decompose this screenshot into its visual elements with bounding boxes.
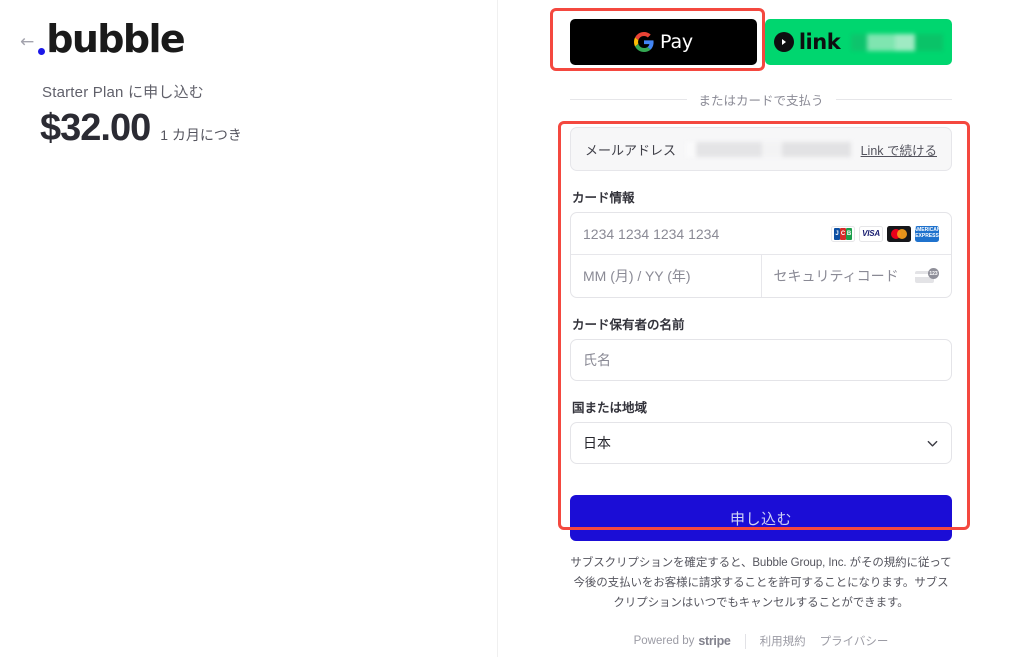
google-pay-label: Pay [660, 31, 693, 53]
divider-line-left [570, 99, 687, 100]
link-arrow-icon [773, 32, 794, 52]
link-label: link [798, 30, 841, 54]
divider-text: またはカードで支払う [698, 94, 824, 108]
chevron-down-icon [927, 440, 938, 447]
link-continue-button[interactable]: Link で続ける [861, 140, 937, 159]
divider-line-right [835, 99, 953, 100]
card-input-group: 1234 1234 1234 1234 JCB VISA AMERICANEXP… [570, 212, 952, 298]
card-payment-form: メールアドレス Link で続ける カード情報 1234 1234 1234 1… [570, 127, 952, 541]
checkout-page: ← bubble Starter Plan に申し込む $32.00 1 カ月に… [0, 0, 1024, 657]
payment-panel: Pay link またはカードで支払う メールアドレス Link で続ける カー… [498, 0, 1024, 657]
subscribe-submit-label: 申し込む [729, 510, 792, 528]
card-expiry-cvc-row: MM (月) / YY (年) セキュリティコード 123 [571, 255, 951, 297]
country-selected-value: 日本 [583, 435, 611, 451]
footer-separator [744, 633, 746, 649]
card-brand-icons: JCB VISA AMERICANEXPRESS [831, 225, 939, 242]
or-divider: またはカードで支払う [570, 90, 953, 109]
card-number-placeholder: 1234 1234 1234 1234 [583, 225, 720, 242]
mastercard-icon [887, 225, 911, 242]
cvc-hint-icon: 123 [915, 268, 939, 284]
back-arrow-icon[interactable]: ← [20, 34, 34, 51]
price-amount: $32.00 [40, 107, 151, 149]
footer: Powered by stripe 利用規約 プライバシー [570, 633, 952, 649]
subscription-disclaimer: サブスクリプションを確定すると、Bubble Group, Inc. がその規約… [570, 557, 952, 610]
price-row: $32.00 1 カ月につき [40, 107, 242, 150]
brand-header: ← bubble [20, 17, 186, 61]
link-blurred-account [851, 33, 944, 51]
bubble-logo: bubble [38, 17, 186, 61]
cardholder-name-field[interactable]: 氏名 [570, 339, 952, 381]
email-label: メールアドレス [585, 142, 677, 158]
powered-by-stripe: Powered by stripe [634, 634, 731, 648]
card-cvc-field[interactable]: セキュリティコード 123 [762, 255, 952, 297]
card-expiry-field[interactable]: MM (月) / YY (年) [571, 255, 762, 297]
card-cvc-placeholder: セキュリティコード [773, 268, 899, 284]
google-pay-button[interactable]: Pay [570, 19, 757, 65]
privacy-link[interactable]: プライバシー [820, 633, 889, 649]
visa-icon: VISA [859, 225, 883, 242]
cardholder-placeholder: 氏名 [583, 352, 611, 368]
stripe-wordmark: stripe [698, 634, 731, 649]
cardholder-label: カード保有者の名前 [572, 318, 685, 332]
card-expiry-placeholder: MM (月) / YY (年) [583, 268, 691, 284]
price-period: 1 カ月につき [160, 127, 242, 143]
country-select[interactable]: 日本 [570, 422, 952, 464]
link-pay-button[interactable]: link [765, 19, 952, 65]
email-field-row[interactable]: メールアドレス Link で続ける [570, 127, 952, 171]
google-g-icon [634, 32, 654, 52]
subscribe-submit-button[interactable]: 申し込む [570, 495, 952, 541]
country-label: 国または地域 [572, 401, 648, 415]
powered-by-text: Powered by [633, 635, 695, 648]
email-value-blurred [686, 141, 851, 157]
wallet-buttons: Pay link [570, 19, 952, 65]
cvc-digits: 123 [928, 268, 939, 279]
jcb-icon: JCB [831, 225, 855, 242]
card-info-label: カード情報 [572, 191, 635, 205]
logo-dot-icon [38, 48, 46, 55]
order-summary-panel: ← bubble Starter Plan に申し込む $32.00 1 カ月に… [0, 0, 498, 657]
terms-link[interactable]: 利用規約 [760, 633, 806, 649]
card-number-field[interactable]: 1234 1234 1234 1234 JCB VISA AMERICANEXP… [571, 213, 951, 255]
amex-icon: AMERICANEXPRESS [915, 225, 939, 242]
brand-name: bubble [46, 17, 185, 61]
plan-title: Starter Plan に申し込む [42, 84, 204, 101]
